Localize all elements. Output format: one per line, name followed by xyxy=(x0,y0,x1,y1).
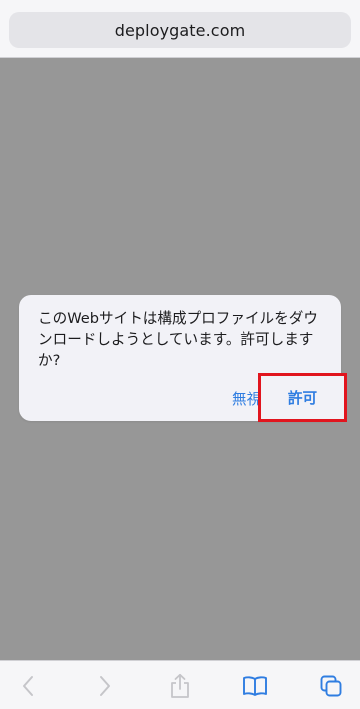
url-text: deploygate.com xyxy=(114,20,246,40)
tabs-button[interactable] xyxy=(316,671,346,701)
share-icon xyxy=(171,673,189,698)
bookmarks-icon xyxy=(243,676,267,696)
tabs-icon xyxy=(320,675,342,697)
allow-button-highlight: 許可 xyxy=(258,373,347,422)
address-bar: deploygate.com xyxy=(0,0,360,58)
allow-button[interactable]: 許可 xyxy=(288,387,317,408)
share-button[interactable] xyxy=(165,671,195,701)
alert-message: このWebサイトは構成プロファイルをダウンロードしようとしています。許可しますか… xyxy=(38,310,318,369)
forward-button[interactable] xyxy=(90,671,120,701)
forward-icon xyxy=(100,676,110,696)
back-button[interactable] xyxy=(13,671,43,701)
bookmarks-button[interactable] xyxy=(240,671,270,701)
ignore-button[interactable]: 無視 xyxy=(232,388,261,409)
url-field[interactable]: deploygate.com xyxy=(9,12,351,48)
safari-screen: deploygate.com このWebサイトは構成プロファイルをダウンロードし… xyxy=(0,0,360,709)
back-icon xyxy=(23,676,33,696)
bottom-toolbar xyxy=(0,660,360,709)
